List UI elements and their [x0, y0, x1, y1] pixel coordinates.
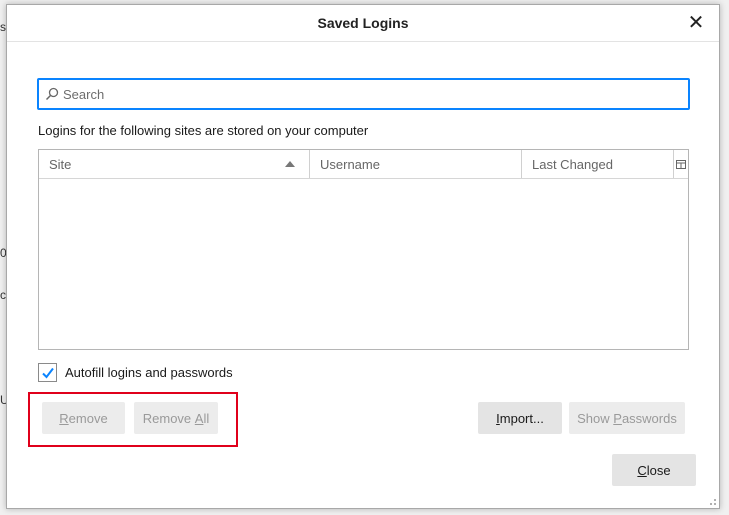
show-passwords-button[interactable]: Show Passwords — [569, 402, 685, 434]
column-header-username[interactable]: Username — [309, 150, 521, 178]
dialog-titlebar: Saved Logins ✕ — [7, 5, 719, 42]
close-icon[interactable]: ✕ — [685, 12, 707, 34]
column-header-last-changed[interactable]: Last Changed — [521, 150, 673, 178]
search-input[interactable] — [63, 81, 688, 107]
saved-logins-dialog: Saved Logins ✕ Logins for the following … — [6, 4, 720, 509]
close-button[interactable]: Close — [612, 454, 696, 486]
search-box[interactable] — [37, 78, 690, 110]
autofill-label: Autofill logins and passwords — [65, 365, 233, 380]
column-header-label: Username — [320, 156, 380, 172]
button-label-part: lose — [646, 462, 671, 478]
access-key: C — [637, 462, 647, 478]
button-label-part: Show — [577, 410, 614, 426]
info-text: Logins for the following sites are store… — [38, 123, 369, 138]
checkmark-icon — [41, 367, 54, 379]
search-icon — [45, 87, 59, 101]
column-header-site[interactable]: Site — [39, 150, 309, 178]
logins-table[interactable]: Site Username Last Changed — [38, 149, 689, 350]
column-picker-glyph — [676, 159, 686, 169]
table-body[interactable] — [39, 179, 688, 349]
autofill-option[interactable]: Autofill logins and passwords — [38, 363, 233, 382]
sort-ascending-icon — [285, 161, 295, 167]
button-label-part: mport... — [499, 410, 544, 426]
column-header-label: Last Changed — [532, 156, 613, 172]
dialog-title: Saved Logins — [317, 15, 409, 31]
autofill-checkbox[interactable] — [38, 363, 57, 382]
column-picker-icon[interactable] — [673, 150, 688, 178]
import-button[interactable]: Import... — [478, 402, 562, 434]
column-header-label: Site — [49, 156, 72, 172]
annotation-highlight-box — [28, 392, 238, 447]
button-label-part: asswords — [621, 410, 677, 426]
access-key: P — [613, 410, 622, 426]
table-header: Site Username Last Changed — [39, 150, 688, 179]
resize-grip-icon[interactable] — [707, 496, 717, 506]
